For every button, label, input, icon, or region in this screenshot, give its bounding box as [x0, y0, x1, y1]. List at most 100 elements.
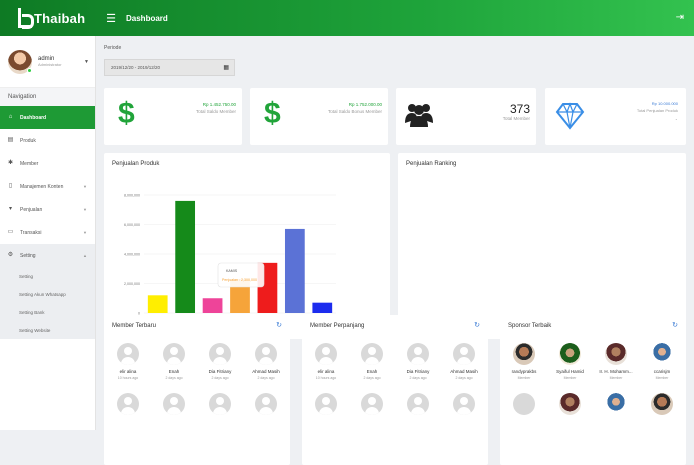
sidebar-item-label: Transaksi	[20, 229, 42, 236]
bar[interactable]	[147, 295, 168, 313]
avatar-placeholder-icon	[315, 343, 337, 365]
refresh-icon[interactable]: ↻	[474, 321, 480, 329]
calendar-icon[interactable]: ▦	[223, 64, 229, 71]
avatar-placeholder-icon	[315, 393, 337, 415]
stat-card-saldo-member: $ Rp 1.452.750.00 Total Saldo Member	[104, 88, 242, 145]
sidebar-item-setting[interactable]: ⚙ Setting ▲	[0, 244, 95, 267]
sponsor-name: Syaiful Hamid	[556, 369, 584, 374]
sponsor-item[interactable]	[642, 393, 682, 415]
stat-card-penjualan-produk: Rp 10.000.000 Total Penjualan Produk -	[545, 88, 686, 145]
stat-label: Total Saldo Member	[195, 109, 236, 114]
member-name: Enah	[366, 369, 378, 374]
renew-member-item[interactable]	[444, 393, 484, 415]
avatar-placeholder-icon	[163, 393, 185, 415]
recent-member-item[interactable]	[108, 393, 148, 415]
caret-down-icon[interactable]: ▼	[84, 59, 89, 65]
recent-member-item[interactable]: Enah 2 days ago	[154, 343, 194, 380]
sponsor-item[interactable]: ccarisjm Member	[642, 343, 682, 380]
sidebar-item-produk[interactable]: ▤ Produk	[0, 129, 95, 152]
brand-logo[interactable]: Thaibah	[0, 0, 96, 36]
renew-member-item[interactable]: elir alina 10 hours ago	[306, 343, 346, 380]
sales-chart-panel: Penjualan Produk 8,000,000 6,000,000 4,000…	[104, 153, 390, 339]
user-profile[interactable]: admin Administrator ▼	[0, 36, 95, 88]
sidebar-item-label: Produk	[20, 137, 36, 144]
nav-heading: Navigation	[0, 88, 95, 106]
avatar	[605, 343, 627, 365]
home-icon: ⌂	[8, 114, 13, 120]
avatar	[513, 343, 535, 365]
sponsor-item[interactable]: Ir. H. Mohamm... Member	[596, 343, 636, 380]
member-name: elir alina	[317, 369, 335, 374]
chart-tooltip: KAMIS Penjualan : 2,300,000	[217, 262, 265, 288]
recent-member-item[interactable]	[200, 393, 240, 415]
users-icon	[405, 104, 433, 127]
sidebar: admin Administrator ▼ Navigation ⌂ Dashbo…	[0, 36, 96, 430]
renew-member-item[interactable]: Ahmad Masih 2 days ago	[444, 343, 484, 380]
recent-member-item[interactable]	[246, 393, 286, 415]
avatar-placeholder-icon	[407, 343, 429, 365]
sponsor-role: Member	[563, 376, 577, 380]
sidebar-item-dashboard[interactable]: ⌂ Dashboard	[0, 106, 95, 129]
recent-member-item[interactable]	[154, 393, 194, 415]
y-tick-label: 4,000,000	[124, 253, 140, 257]
sponsor-item[interactable]: Syaiful Hamid Member	[550, 343, 590, 380]
member-time: 2 days ago	[363, 376, 381, 380]
bar[interactable]	[202, 298, 223, 313]
avatar-placeholder-icon	[361, 393, 383, 415]
dollar-icon: $	[118, 97, 135, 130]
refresh-icon[interactable]: ↻	[672, 321, 678, 329]
sidebar-item-penjualan[interactable]: ▾ Penjualan ▼	[0, 198, 95, 221]
sidebar-subitem-setting[interactable]: Setting	[0, 267, 95, 285]
sidebar-subitem-setting-akun-whatsapp[interactable]: Setting Akun Whatsapp	[0, 285, 95, 303]
renew-member-item[interactable]: Enah 2 days ago	[352, 343, 392, 380]
member-name: Ahmad Masih	[252, 369, 280, 374]
avatar-placeholder-icon	[209, 343, 231, 365]
member-time: 2 days ago	[165, 376, 183, 380]
member-name: elir alina	[119, 369, 137, 374]
logout-icon[interactable]: ⇥	[676, 12, 684, 23]
tooltip-box	[217, 262, 265, 288]
sidebar-item-manajemen-konten[interactable]: ▯ Manajemen Konten ▼	[0, 175, 95, 198]
bar[interactable]	[284, 228, 305, 313]
top-sponsors-panel: Sponsor Terbaik ↻ randyprakbs Member Syaif…	[500, 315, 686, 465]
refresh-icon[interactable]: ↻	[276, 321, 282, 329]
recent-member-item[interactable]: Dia Fitriany 2 days ago	[200, 343, 240, 380]
stat-card-saldo-bonus: $ Rp 1.752.000.00 Total Saldo Bonus Memb…	[250, 88, 388, 145]
member-time: 10 hours ago	[315, 376, 337, 380]
recent-member-item[interactable]: Ahmad Masih 2 days ago	[246, 343, 286, 380]
sidebar-item-transaksi[interactable]: ▭ Transaksi ▼	[0, 221, 95, 244]
tooltip-title: KAMIS	[226, 269, 238, 273]
bar[interactable]	[175, 200, 196, 313]
sidebar-item-label: Setting	[20, 252, 36, 259]
member-name: Ahmad Masih	[450, 369, 478, 374]
member-name: Dia Fitriany	[406, 369, 430, 374]
sponsor-name: ccarisjm	[653, 369, 671, 374]
sidebar-subitem-setting-website[interactable]: Setting Website	[0, 321, 95, 339]
stat-value: Rp 1.752.000.00	[348, 102, 382, 107]
sponsor-role: Member	[655, 376, 669, 380]
member-time: 2 days ago	[257, 376, 275, 380]
hamburger-icon[interactable]: ☰	[104, 12, 118, 25]
sidebar-item-member[interactable]: ✱ Member	[0, 152, 95, 175]
period-date-range-input[interactable]: 2019/12/20 - 2019/12/20 ▦	[104, 59, 235, 76]
renew-member-item[interactable]	[352, 393, 392, 415]
recent-members-panel: Member Terbaru ↻ elir alina 10 hours ago E…	[104, 315, 290, 465]
sidebar-subitem-setting-bank[interactable]: Setting Bank	[0, 303, 95, 321]
avatar-placeholder-icon	[163, 343, 185, 365]
sponsor-item[interactable]	[596, 393, 636, 415]
bar[interactable]	[312, 302, 333, 313]
avatar-placeholder-icon	[209, 393, 231, 415]
renew-member-item[interactable]	[306, 393, 346, 415]
avatar	[605, 393, 627, 415]
recent-member-item[interactable]: elir alina 10 hours ago	[108, 343, 148, 380]
sponsor-item[interactable]: randyprakbs Member	[504, 343, 544, 380]
renew-member-item[interactable]	[398, 393, 438, 415]
sponsor-item[interactable]	[504, 393, 544, 415]
avatar	[8, 49, 32, 74]
chevron-down-icon: ▼	[83, 207, 87, 212]
sponsor-name: randyprakbs	[511, 369, 537, 374]
renew-member-item[interactable]: Dia Fitriany 2 days ago	[398, 343, 438, 380]
stat-card-total-member: 373 Total Member	[396, 88, 536, 145]
avatar	[559, 343, 581, 365]
sponsor-item[interactable]	[550, 393, 590, 415]
